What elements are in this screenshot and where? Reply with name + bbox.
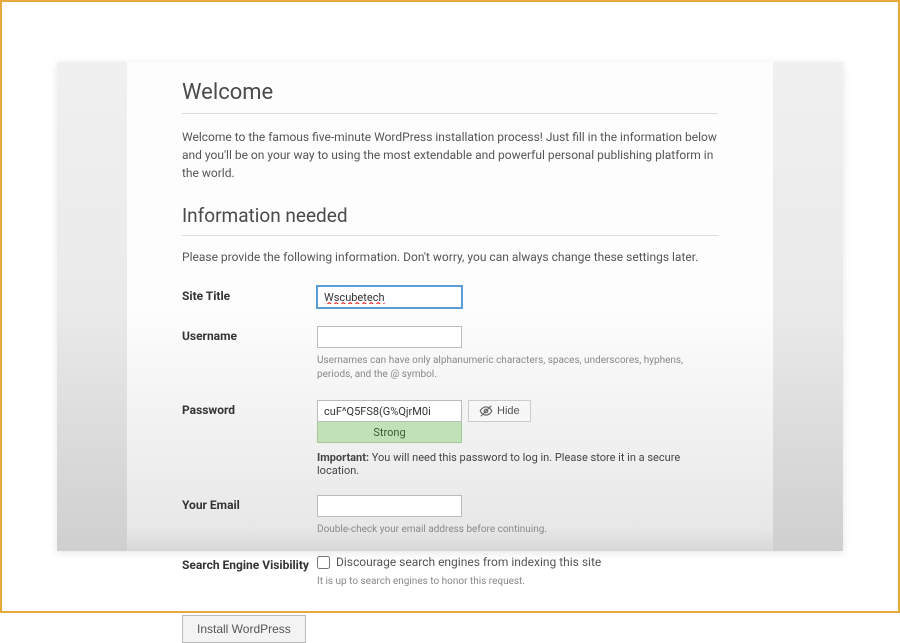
password-field-wrap: Hide Strong Important: You will need thi…	[317, 400, 718, 477]
username-input[interactable]	[317, 326, 462, 348]
side-gutter-left	[57, 62, 127, 551]
search-visibility-field-wrap: Discourage search engines from indexing …	[317, 555, 718, 589]
hide-password-button[interactable]: Hide	[468, 400, 531, 422]
email-row: Your Email Double-check your email addre…	[182, 495, 718, 537]
subinfo-paragraph: Please provide the following information…	[182, 250, 718, 264]
email-help: Double-check your email address before c…	[317, 523, 718, 537]
search-visibility-help: It is up to search engines to honor this…	[317, 575, 718, 589]
password-row: Password Hide	[182, 400, 718, 477]
email-field-wrap: Double-check your email address before c…	[317, 495, 718, 537]
discourage-checkbox-label: Discourage search engines from indexing …	[336, 555, 601, 569]
site-title-input[interactable]	[317, 286, 462, 308]
site-title-row: Site Title	[182, 286, 718, 308]
eye-slash-icon	[479, 404, 493, 418]
welcome-heading: Welcome	[182, 80, 718, 114]
password-label: Password	[182, 400, 317, 417]
password-important: Important: You will need this password t…	[317, 451, 718, 477]
site-title-label: Site Title	[182, 286, 317, 303]
install-screenshot: Welcome Welcome to the famous five-minut…	[57, 62, 843, 551]
outer-frame: Welcome Welcome to the famous five-minut…	[0, 0, 900, 613]
email-input[interactable]	[317, 495, 462, 517]
install-content: Welcome Welcome to the famous five-minut…	[127, 62, 773, 551]
discourage-checkbox[interactable]	[317, 556, 330, 569]
username-row: Username Usernames can have only alphanu…	[182, 326, 718, 382]
important-label: Important:	[317, 451, 369, 464]
password-input[interactable]	[317, 400, 462, 422]
site-title-field-wrap	[317, 286, 718, 308]
password-strength: Strong	[317, 421, 462, 443]
install-wordpress-button[interactable]: Install WordPress	[182, 615, 306, 643]
search-visibility-row: Search Engine Visibility Discourage sear…	[182, 555, 718, 589]
email-label: Your Email	[182, 495, 317, 512]
hide-button-label: Hide	[497, 405, 520, 417]
username-help: Usernames can have only alphanumeric cha…	[317, 354, 718, 382]
side-gutter-right	[773, 62, 843, 551]
username-label: Username	[182, 326, 317, 343]
search-visibility-label: Search Engine Visibility	[182, 555, 317, 572]
info-needed-heading: Information needed	[182, 204, 718, 236]
important-text: You will need this password to log in. P…	[317, 451, 680, 477]
intro-paragraph: Welcome to the famous five-minute WordPr…	[182, 128, 718, 182]
username-field-wrap: Usernames can have only alphanumeric cha…	[317, 326, 718, 382]
